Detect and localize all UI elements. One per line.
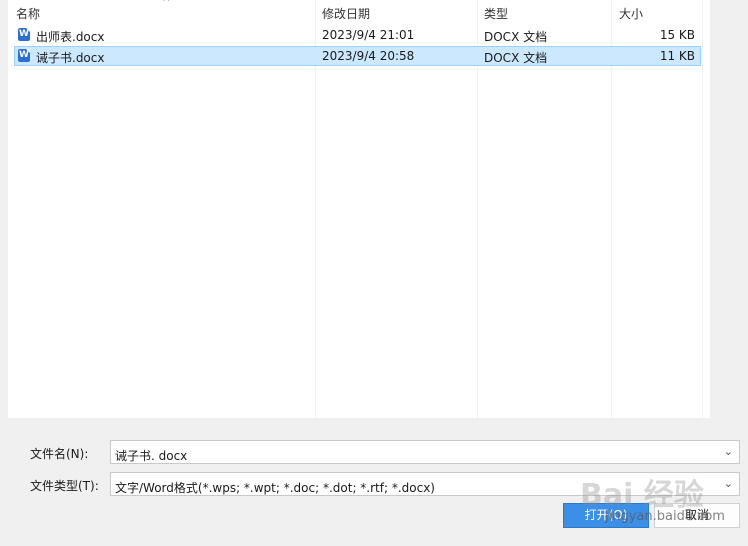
column-header-type[interactable]: 类型 — [484, 5, 508, 22]
filename-label: 文件名(N): — [30, 447, 89, 461]
word-doc-icon: W — [18, 49, 30, 62]
file-type: DOCX 文档 — [484, 30, 548, 44]
watermark-logo: Bai 经验 — [580, 478, 704, 513]
column-header-name[interactable]: 名称 — [16, 5, 40, 22]
filename-combo[interactable]: 诫子书. docx ⌄ — [110, 440, 740, 464]
word-doc-icon: W — [18, 28, 30, 41]
filetype-value: 文字/Word格式(*.wps; *.wpt; *.doc; *.dot; *.… — [115, 481, 435, 495]
file-row[interactable]: W 出师表.docx 2023/9/4 21:01 DOCX 文档 15 KB — [14, 25, 701, 45]
file-row-selected[interactable]: W 诫子书.docx 2023/9/4 20:58 DOCX 文档 11 KB — [14, 46, 701, 66]
filename-input[interactable]: 诫子书. docx — [115, 447, 187, 464]
file-name: 诫子书.docx — [36, 51, 105, 65]
file-size: 15 KB — [659, 28, 695, 42]
file-type: DOCX 文档 — [484, 51, 548, 65]
file-name: 出师表.docx — [36, 30, 105, 44]
filetype-label: 文件类型(T): — [30, 479, 99, 493]
column-header-size[interactable]: 大小 — [619, 5, 643, 22]
file-size: 11 KB — [659, 49, 695, 63]
chevron-down-icon[interactable]: ⌄ — [724, 477, 733, 490]
column-divider[interactable] — [702, 0, 703, 418]
file-list-pane[interactable]: ^ 名称 修改日期 类型 大小 W 出师表.docx 2023/9/4 21:0… — [8, 0, 710, 418]
column-header-modified[interactable]: 修改日期 — [322, 5, 370, 22]
sort-ascending-icon: ^ — [162, 0, 171, 8]
file-modified: 2023/9/4 21:01 — [322, 28, 415, 42]
file-modified: 2023/9/4 20:58 — [322, 49, 415, 63]
watermark-url: jingyan.baidu.com — [605, 509, 725, 524]
chevron-down-icon[interactable]: ⌄ — [724, 445, 733, 458]
